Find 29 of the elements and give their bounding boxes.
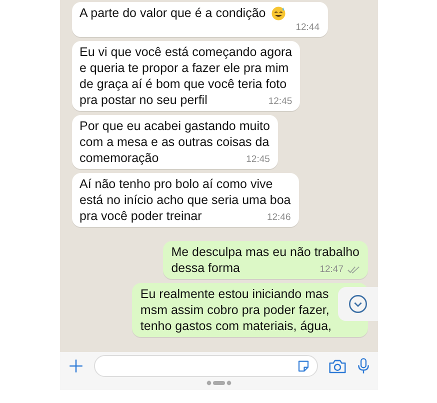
message-time: 12:46 <box>266 211 291 224</box>
message-text: Eu vi que você está começando agora <box>80 44 292 60</box>
message-text: e queria te propor a fazer ele pra mim <box>80 60 289 76</box>
sticker-icon[interactable] <box>296 358 310 374</box>
page-indicator-icon <box>206 380 232 386</box>
plus-icon[interactable] <box>68 358 84 374</box>
message-text: tenho gastos com materiais, água, <box>140 318 332 334</box>
message-time: 12:45 <box>246 153 270 166</box>
message-time: 12:45 <box>268 95 292 108</box>
microphone-icon[interactable] <box>356 357 370 375</box>
message-text: Me desculpa mas eu não trabalho <box>171 244 360 260</box>
message-text: pra você poder treinar <box>80 208 202 224</box>
message-time: 12:44 <box>296 21 320 34</box>
message-text: A parte do valor que é a condição <box>80 5 266 21</box>
message-text: Eu realmente estou iniciando mas <box>140 286 329 302</box>
message-input-field[interactable] <box>94 355 318 377</box>
message-text: dessa forma <box>171 260 240 276</box>
message-text: Por que eu acabei gastando muito <box>80 118 270 134</box>
message-text: pra postar no seu perfil <box>80 92 208 108</box>
message-text: está no início acho que seria uma boa <box>80 192 291 208</box>
chevron-down-icon <box>348 294 368 314</box>
message-text: Aí não tenho pro bolo aí como vive <box>80 176 273 192</box>
message-text: comemoração <box>80 150 159 166</box>
message-time: 12:47 <box>320 263 344 276</box>
camera-icon[interactable] <box>328 358 346 374</box>
message-text: com a mesa e as outras coisas da <box>80 134 270 150</box>
message-text: msm assim cobro pra poder fazer, <box>140 302 330 318</box>
scroll-down-button[interactable] <box>338 287 378 321</box>
message-text: de graça aí é bom que você teria foto <box>80 76 287 92</box>
